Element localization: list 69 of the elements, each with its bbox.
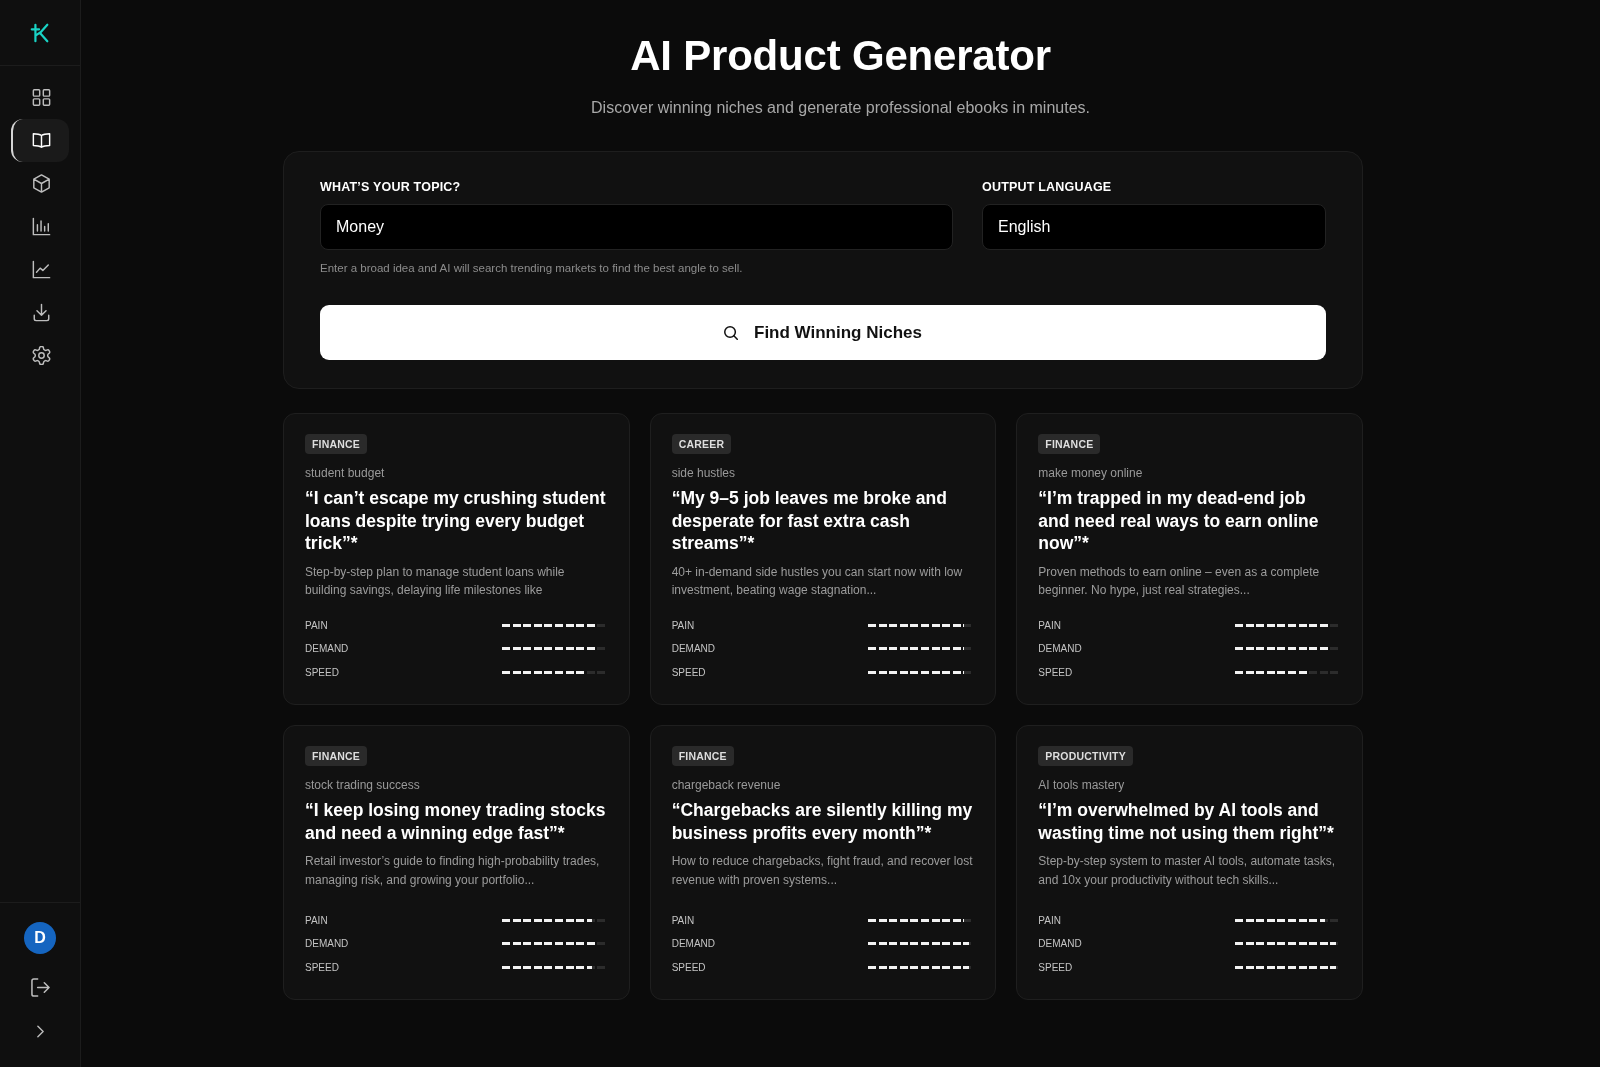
- niche-card[interactable]: [649, 413, 997, 705]
- logo-icon: [29, 21, 51, 44]
- niche-description: 40+ in-demand side hustles you can start now with low investment, beating wage stagnation...: [671, 563, 964, 599]
- niche-description: Step-by-step plan to manage student loans while building savings, delaying life milestones like: [305, 563, 566, 599]
- niche-description: Proven methods to earn online – even as a complete beginner. No hype, just real strategies...: [1038, 563, 1321, 599]
- metric-label: PAIN: [671, 914, 695, 926]
- metric-label: DEMAND: [671, 938, 715, 950]
- category-tag: CAREER: [671, 434, 732, 454]
- metric-label: DEMAND: [1038, 643, 1082, 655]
- metric-label: PAIN: [305, 619, 328, 631]
- line-chart-icon: [31, 260, 51, 279]
- metric-label: DEMAND: [305, 938, 349, 950]
- niche-keyword: side hustles: [671, 465, 736, 481]
- niche-headline: “Chargebacks are silently killing my business profits every month”*: [671, 799, 974, 844]
- niche-description: Retail investor’s guide to finding high-probability trades, managing risk, and growing your portfolio...: [305, 853, 601, 889]
- page-subtitle: Discover winning niches and generate professional ebooks in minutes.: [591, 98, 1090, 118]
- metric-label: DEMAND: [305, 643, 349, 655]
- niche-card[interactable]: FINANCE chargeback revenue “Chargebacks are silently killing my business profits every month”* How to reduce chargebacks, fight fraud, and recover lost revenue with proven systems... PAIN DEMAND SPEED: [649, 725, 997, 1000]
- metric-label: PAIN: [671, 619, 695, 631]
- search-icon: [724, 325, 738, 340]
- metric-label: SPEED: [305, 666, 339, 678]
- bar-chart-icon: [31, 217, 51, 236]
- user-avatar[interactable]: D: [24, 922, 56, 954]
- page-title: AI Product Generator: [630, 31, 1051, 81]
- niche-keyword: make money online: [1038, 465, 1143, 481]
- chevron-right-icon: [36, 1024, 44, 1038]
- niche-card[interactable]: [283, 725, 630, 1000]
- niche-headline: “My 9–5 job leaves me broke and desperate for fast extra cash streams”*: [671, 487, 948, 555]
- topic-hint: Enter a broad idea and AI will search trending markets to find the best angle to sell.: [320, 261, 744, 276]
- category-tag: FINANCE: [1038, 434, 1101, 454]
- niche-headline: “I’m overwhelmed by AI tools and wasting time not using them right”*: [1038, 799, 1335, 844]
- find-niches-button[interactable]: Find Winning Niches: [320, 305, 1326, 360]
- niche-card[interactable]: [283, 413, 630, 705]
- metric-label: SPEED: [671, 666, 706, 678]
- category-tag: FINANCE: [305, 434, 368, 454]
- logout-icon: [30, 977, 50, 997]
- grid-icon: [31, 88, 51, 107]
- niche-description: Step-by-step system to master AI tools, automate tasks, and 10x your productivity without tech skills...: [1038, 853, 1337, 889]
- niche-headline: “I’m trapped in my dead-end job and need real ways to earn online now”*: [1038, 487, 1320, 555]
- sidebar-nav-item[interactable]: [11, 119, 69, 162]
- metric-label: SPEED: [671, 961, 706, 973]
- metric-label: PAIN: [1038, 914, 1061, 926]
- metric-label: DEMAND: [671, 643, 715, 655]
- category-tag: FINANCE: [305, 746, 368, 766]
- metric-label: PAIN: [1038, 619, 1061, 631]
- settings-icon: [31, 346, 51, 365]
- metric-label: SPEED: [1038, 666, 1073, 678]
- metric-label: DEMAND: [1038, 938, 1082, 950]
- metric-label: SPEED: [305, 961, 339, 973]
- niche-keyword: chargeback revenue: [671, 777, 781, 793]
- category-tag: FINANCE: [671, 746, 734, 766]
- niche-headline: “I can’t escape my crushing student loans despite trying every budget trick”*: [305, 487, 607, 555]
- metric-label: SPEED: [1038, 961, 1073, 973]
- niche-keyword: stock trading success: [305, 777, 420, 793]
- metric-label: PAIN: [305, 914, 328, 926]
- niche-card[interactable]: [1016, 413, 1363, 705]
- niche-keyword: student budget: [305, 465, 385, 481]
- cube-icon: [31, 174, 51, 193]
- niche-headline: “I keep losing money trading stocks and need a winning edge fast”*: [305, 799, 607, 844]
- topic-input[interactable]: Money: [320, 204, 953, 250]
- niche-keyword: AI tools mastery: [1038, 777, 1125, 793]
- download-icon: [31, 303, 51, 322]
- niche-description: How to reduce chargebacks, fight fraud, and recover lost revenue with proven systems...: [671, 853, 974, 889]
- topic-label: WHAT’S YOUR TOPIC?: [320, 179, 462, 195]
- book-icon: [31, 131, 51, 150]
- language-input[interactable]: English: [982, 204, 1326, 250]
- niche-card[interactable]: [1016, 725, 1363, 1000]
- language-label: OUTPUT LANGUAGE: [982, 179, 1113, 195]
- category-tag: PRODUCTIVITY: [1038, 746, 1133, 766]
